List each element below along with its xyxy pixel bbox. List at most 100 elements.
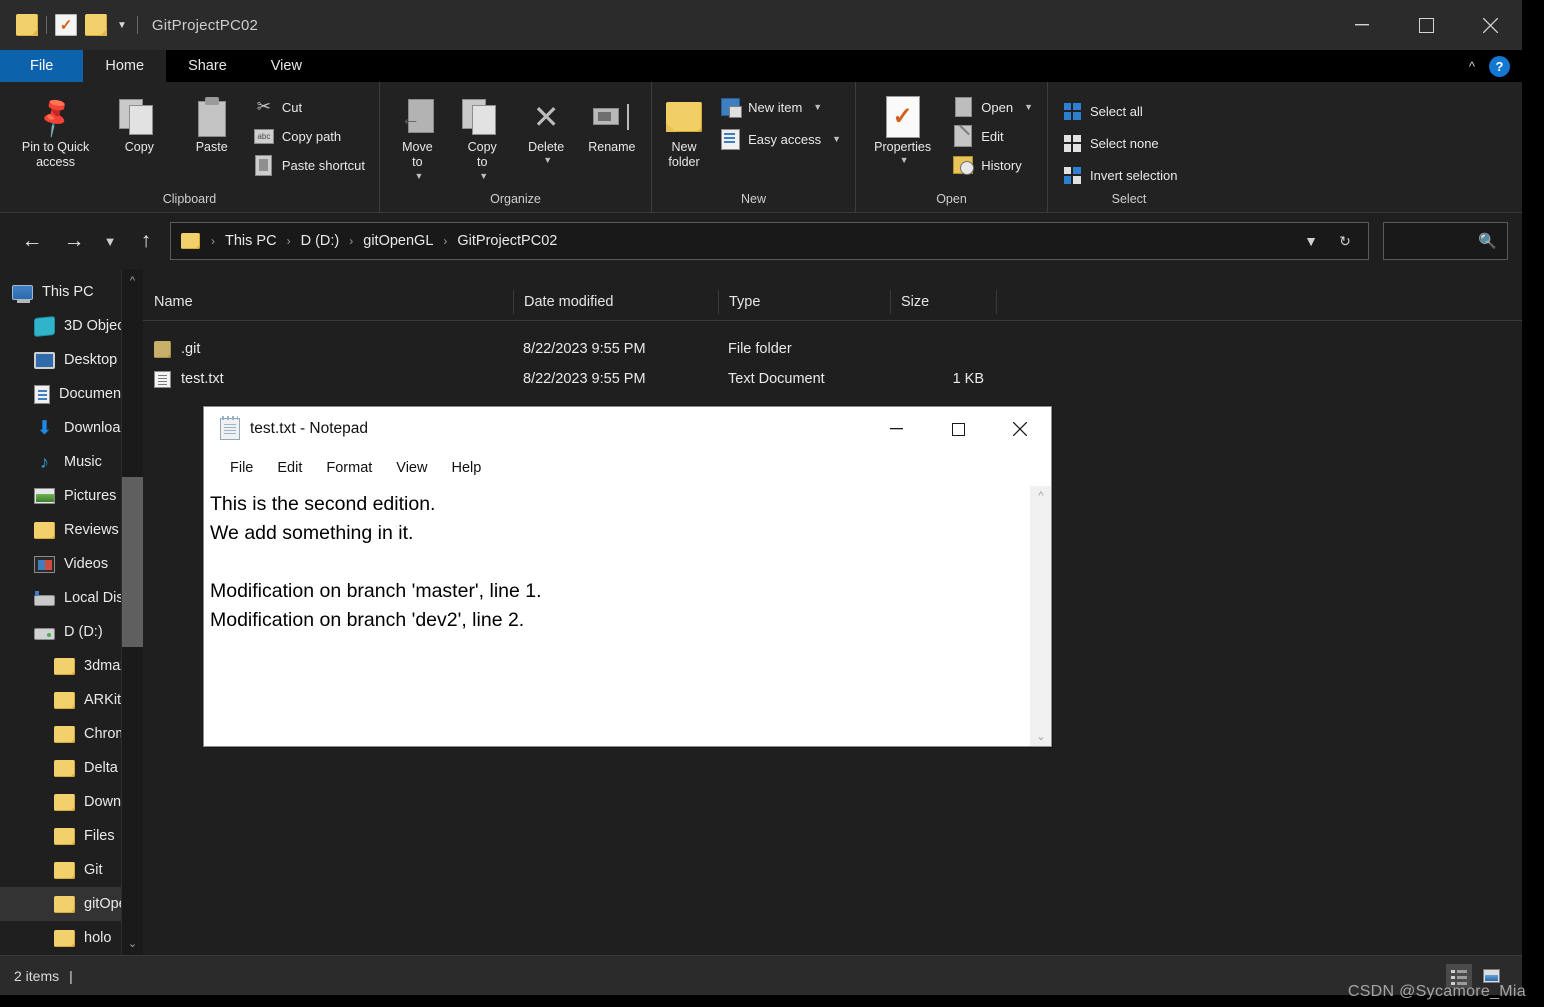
breadcrumb-item-this-pc[interactable]: This PC	[219, 230, 283, 252]
breadcrumb-item-d-drive[interactable]: D (D:)	[295, 230, 346, 252]
scrollbar-thumb[interactable]	[122, 477, 143, 647]
close-button[interactable]	[1458, 0, 1522, 50]
refresh-icon[interactable]: ↻	[1330, 226, 1360, 256]
invert-selection-button[interactable]: Invert selection	[1058, 162, 1181, 188]
menu-item-view[interactable]: View	[384, 458, 439, 478]
menu-item-file[interactable]: File	[218, 458, 265, 478]
paste-shortcut-button[interactable]: Paste shortcut	[250, 152, 369, 178]
properties-icon[interactable]: ✓	[55, 14, 77, 36]
customize-caret-icon[interactable]: ▼	[115, 20, 129, 31]
history-button[interactable]: History	[949, 152, 1037, 178]
copy-path-button[interactable]: abc Copy path	[250, 123, 369, 149]
table-row[interactable]: .git 8/22/2023 9:55 PM File folder	[143, 334, 1522, 364]
minimize-button[interactable]	[1330, 0, 1394, 50]
easy-access-button[interactable]: Easy access ▼	[716, 126, 845, 152]
forward-button[interactable]: →	[56, 223, 92, 259]
properties-button[interactable]: ✓ Properties ▼	[866, 90, 939, 166]
folder-icon	[154, 340, 171, 358]
move-to-label: Move to	[402, 140, 433, 170]
scroll-down-icon[interactable]: ⌄	[1031, 726, 1051, 746]
paste-icon	[196, 94, 228, 140]
notepad-minimize-button[interactable]	[865, 407, 927, 451]
column-header-type[interactable]: Type	[718, 289, 890, 314]
menu-item-format[interactable]: Format	[314, 458, 384, 478]
tab-share[interactable]: Share	[166, 50, 249, 82]
table-row[interactable]: test.txt 8/22/2023 9:55 PM Text Document…	[143, 364, 1522, 394]
new-folder-icon[interactable]	[85, 14, 107, 36]
folder-icon	[54, 725, 75, 743]
column-header-date-modified[interactable]: Date modified	[513, 289, 718, 314]
folder-icon	[54, 657, 75, 675]
breadcrumb[interactable]: › This PC › D (D:) › gitOpenGL › GitProj…	[170, 222, 1369, 260]
cut-button[interactable]: ✂ Cut	[250, 94, 369, 120]
copy-button[interactable]: Copy	[105, 90, 173, 155]
rename-button[interactable]: Rename	[583, 90, 641, 155]
new-folder-button[interactable]: New folder	[662, 90, 706, 171]
new-item-caret-icon[interactable]: ▼	[813, 102, 822, 112]
explorer-titlebar: ✓ ▼ GitProjectPC02	[0, 0, 1522, 50]
scroll-up-icon[interactable]: ^	[122, 269, 143, 293]
back-button[interactable]: ←	[14, 223, 50, 259]
help-icon[interactable]: ?	[1489, 55, 1510, 77]
breadcrumb-item-gitopengl[interactable]: gitOpenGL	[357, 230, 439, 252]
folder-icon	[54, 929, 75, 947]
select-all-button[interactable]: Select all	[1058, 98, 1181, 124]
notepad-menubar: File Edit Format View Help	[204, 451, 1051, 485]
notepad-close-button[interactable]	[989, 407, 1051, 451]
edit-icon	[953, 125, 973, 147]
delete-button[interactable]: ✕ Delete ▼	[520, 90, 573, 166]
tab-file[interactable]: File	[0, 50, 84, 82]
menu-item-help[interactable]: Help	[439, 458, 493, 478]
move-to-button[interactable]: ← Move to ▼	[390, 90, 445, 181]
select-none-button[interactable]: Select none	[1058, 130, 1181, 156]
paste-button[interactable]: Paste	[178, 90, 246, 155]
file-name-cell[interactable]: .git	[143, 340, 513, 358]
column-header-name[interactable]: Name	[143, 290, 513, 314]
notepad-window-controls	[865, 407, 1051, 451]
tab-view[interactable]: View	[249, 50, 324, 82]
open-group-label: Open	[936, 192, 967, 206]
navigation-scrollbar[interactable]: ^ ⌄	[121, 269, 143, 955]
ribbon: 📌 Pin to Quick access Copy Paste ✂ Cut a…	[0, 82, 1522, 213]
open-button[interactable]: Open ▼	[949, 94, 1037, 120]
previous-locations-icon[interactable]: ▼	[1296, 226, 1326, 256]
menu-item-edit[interactable]: Edit	[265, 458, 314, 478]
delete-caret-icon[interactable]: ▼	[543, 155, 552, 166]
organize-group-label: Organize	[490, 192, 541, 206]
notepad-text-area[interactable]: This is the second edition. We add somet…	[204, 486, 1030, 746]
tab-home[interactable]: Home	[83, 50, 167, 82]
new-item-button[interactable]: New item ▼	[716, 94, 845, 120]
ribbon-group-select: Select all Select none Invert selection	[1048, 82, 1210, 212]
search-icon[interactable]: 🔍	[1478, 232, 1497, 250]
collapse-ribbon-icon[interactable]: ^	[1469, 59, 1475, 74]
status-item-count: 2 items	[14, 967, 60, 984]
pin-to-quick-access-button[interactable]: 📌 Pin to Quick access	[10, 90, 101, 171]
address-tools: ▼ ↻	[1296, 226, 1360, 256]
file-name-cell[interactable]: test.txt	[143, 370, 513, 388]
easy-access-caret-icon[interactable]: ▼	[832, 134, 841, 144]
maximize-button[interactable]	[1394, 0, 1458, 50]
scroll-up-icon[interactable]: ^	[1031, 486, 1051, 506]
notepad-scrollbar[interactable]: ^ ⌄	[1030, 486, 1051, 746]
properties-caret-icon[interactable]: ▼	[900, 155, 909, 166]
open-caret-icon[interactable]: ▼	[1024, 102, 1033, 112]
breadcrumb-folder-icon[interactable]	[181, 233, 200, 249]
sidebar-item-label: Files	[84, 828, 115, 844]
address-bar: ← → ▼ ↑ › This PC › D (D:) › gitOpenGL ›…	[0, 213, 1522, 269]
up-button[interactable]: ↑	[128, 223, 164, 259]
column-header-size[interactable]: Size	[890, 289, 996, 314]
move-to-caret-icon[interactable]: ▼	[414, 171, 423, 182]
recent-locations-button[interactable]: ▼	[98, 223, 122, 259]
breadcrumb-item-gitprojectpc02[interactable]: GitProjectPC02	[451, 230, 563, 252]
file-name-label: test.txt	[181, 371, 224, 387]
quick-access-toolbar: ✓ ▼	[0, 14, 138, 36]
copy-to-caret-icon[interactable]: ▼	[479, 171, 488, 182]
status-bar: 2 items |	[0, 955, 1522, 995]
copy-to-button[interactable]: Copy to ▼	[455, 90, 510, 181]
notepad-maximize-button[interactable]	[927, 407, 989, 451]
edit-button[interactable]: Edit	[949, 123, 1037, 149]
search-box[interactable]: 🔍	[1383, 222, 1508, 260]
scroll-down-icon[interactable]: ⌄	[122, 931, 143, 955]
folder-icon[interactable]	[16, 14, 38, 36]
pictures-icon	[34, 488, 55, 504]
